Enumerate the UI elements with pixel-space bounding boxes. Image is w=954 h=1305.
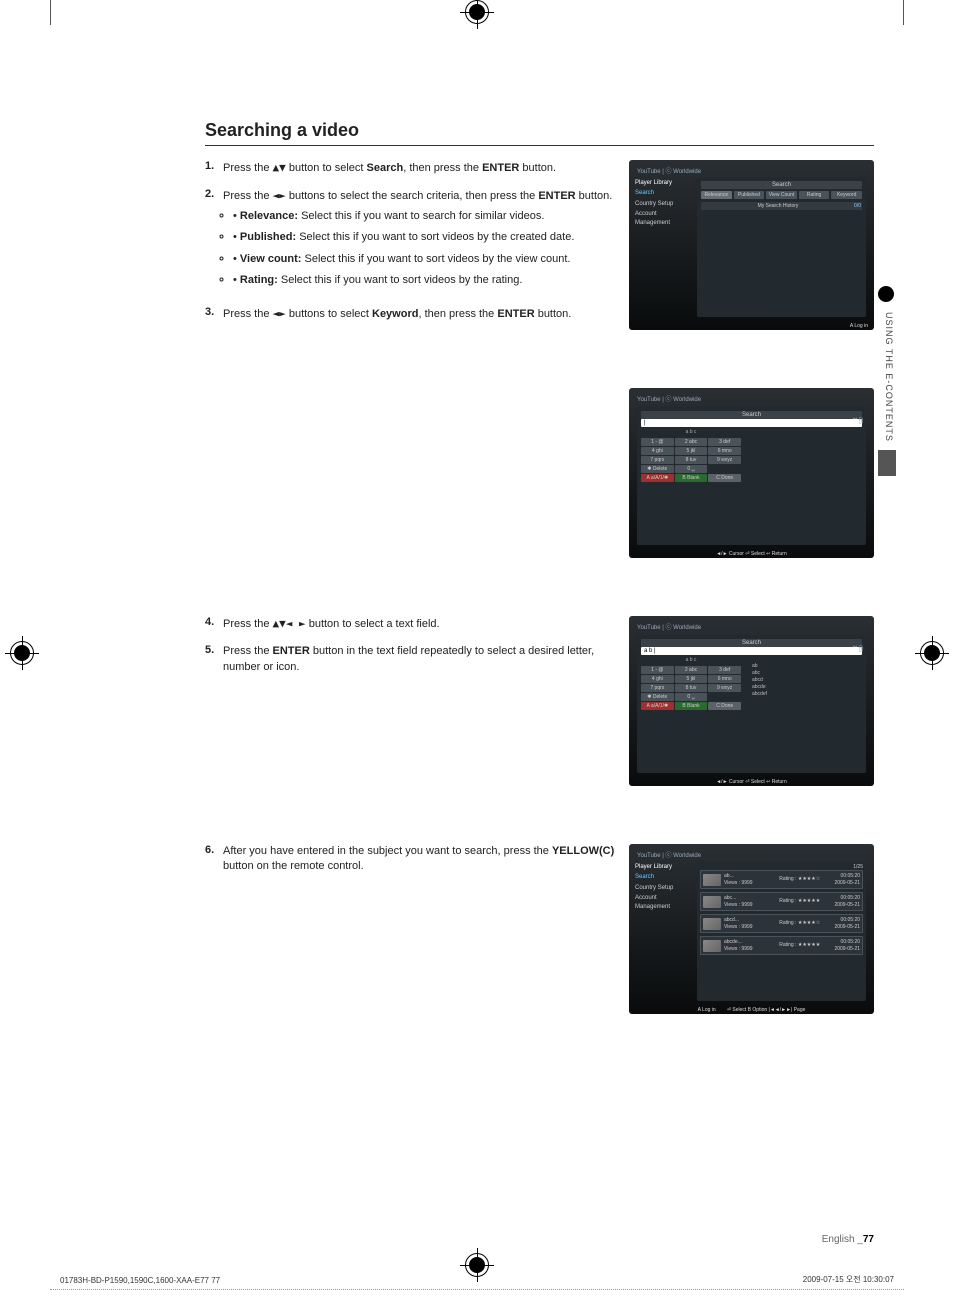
- btn-mode[interactable]: A a/A/1/✱: [641, 474, 674, 482]
- footer-hint: A Log in ⏎ Select B Option |◄◄/►►| Page: [698, 1007, 806, 1013]
- footer-hint: ◄/► Cursor ⏎ Select ↩ Return: [716, 551, 787, 557]
- registration-mark-top: [465, 0, 489, 24]
- footer-hint: ◄/► Cursor ⏎ Select ↩ Return: [716, 779, 787, 785]
- sidebar-item[interactable]: Player Library: [635, 179, 691, 187]
- key-9[interactable]: 9 wxyz: [708, 456, 741, 464]
- thumbnail-icon: [703, 896, 721, 908]
- step-number: 1.: [205, 160, 223, 176]
- panel-title: Search: [641, 411, 862, 419]
- tab-published[interactable]: Published: [734, 191, 765, 199]
- chapter-tab: USING THE E-CONTENTS: [878, 286, 896, 674]
- key-delete[interactable]: ✱ Delete: [641, 465, 674, 473]
- footer-hint: A Log in: [850, 323, 868, 329]
- step-text: Press the ◄► buttons to select the searc…: [223, 188, 617, 294]
- result-row[interactable]: abcde...Views : 9999 Rating : ★★★★★ 00:0…: [700, 936, 863, 955]
- result-row[interactable]: abc...Views : 9999 Rating : ★★★★★ 00:05:…: [700, 892, 863, 911]
- step-number: 6.: [205, 844, 223, 875]
- step-text: Press the ◄► buttons to select Keyword, …: [223, 306, 617, 322]
- key-2[interactable]: 2 abc: [675, 438, 708, 446]
- result-row[interactable]: abcd...Views : 9999 Rating : ★★★★☆ 00:05…: [700, 914, 863, 933]
- sidebar-item[interactable]: Search: [635, 189, 691, 197]
- result-row[interactable]: ab...Views : 9999 Rating : ★★★★☆ 00:05:2…: [700, 870, 863, 889]
- screenshot-results: YouTube | ⓒ Worldwide Player Library Sea…: [629, 844, 874, 1014]
- step-text: After you have entered in the subject yo…: [223, 844, 617, 875]
- screenshot-search-tabs: YouTube | ⓒ Worldwide Player Library Sea…: [629, 160, 874, 330]
- section-heading: Searching a video: [205, 120, 874, 146]
- btn-blank[interactable]: B Blank: [675, 474, 708, 482]
- search-history-bar[interactable]: My Search History0/0: [701, 202, 862, 210]
- screenshot-keypad: YouTube | ⓒ Worldwide Search | a b c 1 -…: [629, 388, 874, 558]
- print-footer-left: 01783H-BD-P1590,1590C,1600-XAA-E77 77: [60, 1276, 220, 1285]
- key-7[interactable]: 7 pqrs: [641, 456, 674, 464]
- key-1[interactable]: 1 - @: [641, 438, 674, 446]
- key-6[interactable]: 6 mno: [708, 447, 741, 455]
- tab-relevance[interactable]: Relevance: [701, 191, 732, 199]
- sidebar-item[interactable]: Account Management: [635, 210, 691, 227]
- panel-title: Search: [641, 639, 862, 647]
- step-text: Press the ▲▼ button to select Search, th…: [223, 160, 617, 176]
- step-text: Press the ENTER button in the text field…: [223, 644, 617, 675]
- thumbnail-icon: [703, 940, 721, 952]
- autocomplete-list[interactable]: ab abc abcd abcde abcdef: [752, 663, 767, 698]
- thumbnail-icon: [703, 918, 721, 930]
- tab-rating[interactable]: Rating: [799, 191, 830, 199]
- key-4[interactable]: 4 ghi: [641, 447, 674, 455]
- keypad-display[interactable]: |: [641, 419, 862, 427]
- step-number: 3.: [205, 306, 223, 322]
- tab-keyword[interactable]: Keyword: [831, 191, 862, 199]
- key-0[interactable]: 0 ␣: [675, 465, 708, 473]
- thumbnail-icon: [703, 874, 721, 886]
- keypad-display[interactable]: a b |: [641, 647, 862, 655]
- key-5[interactable]: 5 jkl: [675, 447, 708, 455]
- step-number: 5.: [205, 644, 223, 675]
- sidebar-item[interactable]: Country Setup: [635, 200, 691, 208]
- btn-done[interactable]: C Done: [708, 474, 741, 482]
- tab-viewcount[interactable]: View Count: [766, 191, 797, 199]
- page-footer: English _77: [822, 1234, 874, 1245]
- panel-title: Search: [701, 181, 862, 189]
- step-text: Press the ▲▼◄ ► button to select a text …: [223, 616, 617, 632]
- step-number: 4.: [205, 616, 223, 632]
- screenshot-keypad-suggest: YouTube | ⓒ Worldwide Search a b | a b c…: [629, 616, 874, 786]
- key-3[interactable]: 3 def: [708, 438, 741, 446]
- print-footer-right: 2009-07-15 오전 10:30:07: [803, 1274, 894, 1285]
- registration-mark-left: [10, 641, 34, 665]
- registration-mark-right: [920, 641, 944, 665]
- bullet-icon: [878, 286, 894, 302]
- key-8[interactable]: 8 tuv: [675, 456, 708, 464]
